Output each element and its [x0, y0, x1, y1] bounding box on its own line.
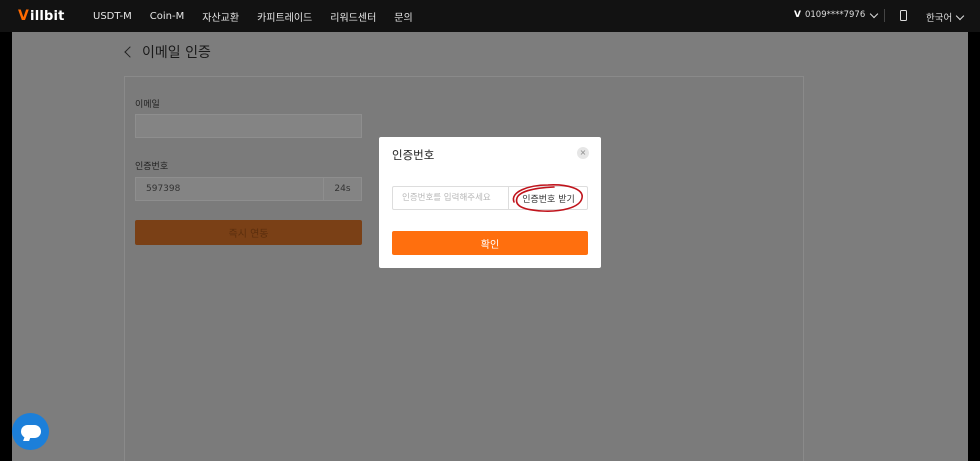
chat-bubble-icon — [20, 425, 41, 438]
divider — [884, 9, 885, 22]
confirm-button[interactable]: 확인 — [392, 231, 588, 255]
nav-inquiry[interactable]: 문의 — [394, 9, 412, 24]
code-input[interactable] — [393, 187, 508, 209]
main-nav: USDT-M Coin-M 자산교환 카피트레이드 리워드센터 문의 — [93, 0, 431, 32]
chevron-down-icon — [955, 11, 965, 20]
logo-text: illbit — [30, 8, 65, 24]
logo[interactable]: V illbit — [18, 8, 65, 24]
code-value: 597398 — [146, 184, 181, 194]
nav-copy-trade[interactable]: 카피트레이드 — [257, 9, 312, 24]
email-label: 이메일 — [135, 100, 160, 110]
close-icon[interactable]: × — [577, 147, 589, 159]
nav-reward-center[interactable]: 리워드센터 — [330, 9, 376, 24]
nav-coin-m[interactable]: Coin-M — [150, 11, 184, 22]
language-label: 한국어 — [926, 13, 953, 24]
account-menu[interactable]: V 0109****7976 — [794, 9, 879, 20]
account-level-icon: V — [794, 10, 801, 20]
countdown-timer: 24s — [323, 178, 361, 200]
language-selector[interactable]: 한국어 — [926, 10, 965, 24]
account-id: 0109****7976 — [804, 10, 866, 20]
code-label: 인증번호 — [135, 162, 169, 172]
email-field[interactable] — [135, 114, 362, 138]
mobile-app-icon[interactable] — [900, 10, 907, 21]
nav-usdt-m[interactable]: USDT-M — [93, 11, 132, 22]
code-field[interactable]: 597398 24s — [135, 177, 362, 201]
back-arrow-icon[interactable] — [124, 46, 136, 58]
page-header: 이메일 인증 — [124, 42, 211, 62]
verification-code-modal: 인증번호 × 인증번호 받기 확인 — [379, 137, 601, 268]
nav-asset-exchange[interactable]: 자산교환 — [202, 9, 239, 24]
link-now-button[interactable]: 즉시 연동 — [135, 220, 362, 245]
page-title: 이메일 인증 — [142, 45, 211, 61]
top-navigation-bar: V illbit USDT-M Coin-M 자산교환 카피트레이드 리워드센터… — [0, 0, 980, 32]
chevron-down-icon — [869, 9, 879, 18]
modal-title: 인증번호 — [392, 148, 435, 162]
annotation-circle — [512, 184, 583, 212]
chat-support-button[interactable] — [12, 413, 49, 450]
logo-mark: V — [18, 8, 30, 24]
